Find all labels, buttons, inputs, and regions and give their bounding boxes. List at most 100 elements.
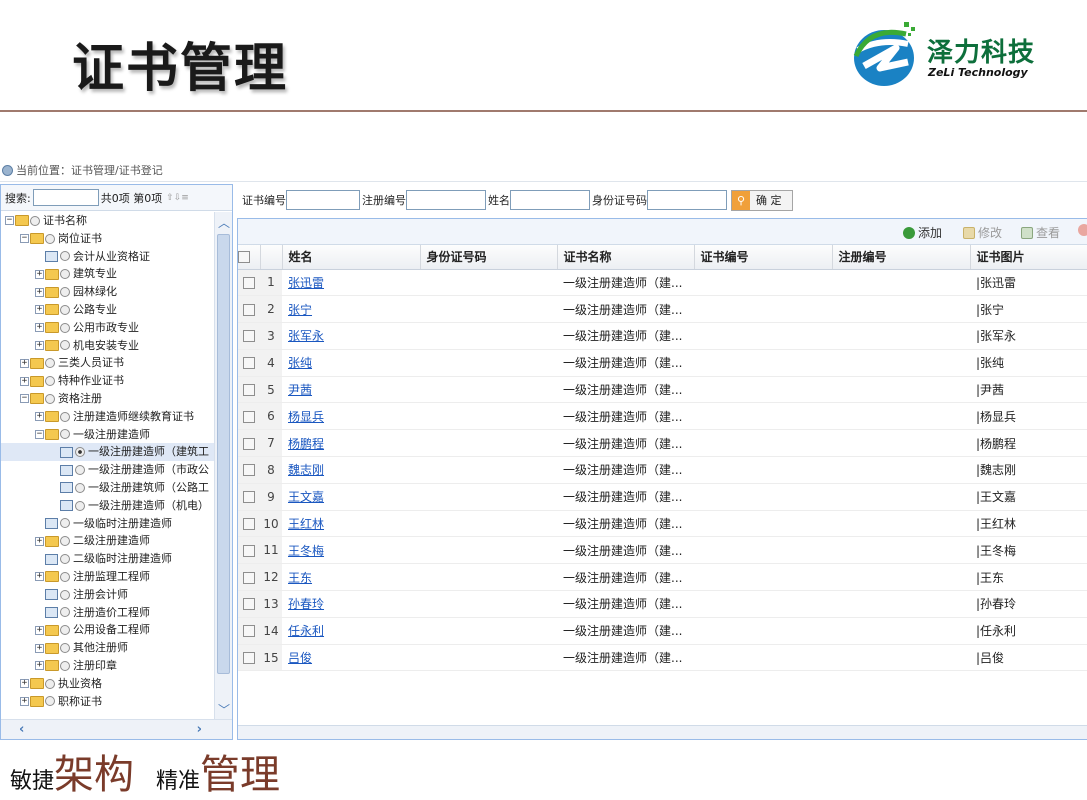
- person-name-link[interactable]: 张宁: [282, 295, 420, 324]
- row-checkbox[interactable]: [243, 652, 255, 665]
- tree-node[interactable]: 一级注册建造师（市政公: [1, 461, 214, 479]
- tree-node-radio[interactable]: [60, 607, 70, 618]
- reg-no-input[interactable]: [406, 190, 486, 210]
- select-all-cell[interactable]: [238, 245, 261, 270]
- tree-node-radio[interactable]: [60, 411, 70, 422]
- tree-node[interactable]: + 特种作业证书: [1, 372, 214, 390]
- expand-icon[interactable]: +: [35, 340, 44, 350]
- tree-node[interactable]: + 注册建造师继续教育证书: [1, 408, 214, 426]
- person-name-link[interactable]: 张纯: [282, 349, 420, 377]
- tree-node-radio[interactable]: [45, 233, 55, 244]
- tree-node-radio[interactable]: [75, 482, 85, 493]
- person-name-link[interactable]: 杨显兵: [282, 402, 420, 431]
- tree-node-radio[interactable]: [75, 447, 85, 458]
- tree-node[interactable]: 注册会计师: [1, 586, 214, 604]
- table-row[interactable]: 2 张宁 一级注册建造师（建... |张宁: [238, 295, 1087, 324]
- expand-icon[interactable]: +: [35, 643, 44, 653]
- select-all-checkbox[interactable]: [238, 251, 250, 264]
- expand-icon[interactable]: +: [35, 305, 44, 315]
- tree-node-radio[interactable]: [60, 571, 70, 582]
- tree-node-radio[interactable]: [60, 554, 70, 565]
- row-select-cell[interactable]: [238, 563, 260, 592]
- row-checkbox[interactable]: [243, 437, 255, 450]
- table-row[interactable]: 1 张迅雷 一级注册建造师（建... |张迅雷: [238, 269, 1087, 297]
- column-header[interactable]: 证书图片: [970, 245, 1087, 270]
- tree-node[interactable]: − 一级注册建造师: [1, 426, 214, 444]
- tree-node-radio[interactable]: [45, 678, 55, 689]
- name-input[interactable]: [510, 190, 590, 210]
- table-row[interactable]: 13 孙春玲 一级注册建造师（建... |孙春玲: [238, 590, 1087, 618]
- add-button[interactable]: 添加: [903, 224, 942, 241]
- chevron-left-icon[interactable]: ‹: [19, 722, 24, 737]
- confirm-button[interactable]: ⚲ 确 定: [731, 189, 793, 211]
- table-row[interactable]: 14 任永利 一级注册建造师（建... |任永利: [238, 617, 1087, 645]
- tree-node-radio[interactable]: [45, 393, 55, 404]
- chevron-up-icon[interactable]: ︿: [218, 214, 230, 231]
- tree-node[interactable]: + 建筑专业: [1, 265, 214, 283]
- table-row[interactable]: 10 王红林 一级注册建造师（建... |王红林: [238, 510, 1087, 538]
- expand-icon[interactable]: +: [35, 661, 44, 671]
- tree-node[interactable]: + 注册监理工程师: [1, 568, 214, 586]
- row-checkbox[interactable]: [243, 384, 255, 397]
- tree-node[interactable]: + 注册印章: [1, 657, 214, 675]
- tree-search-input[interactable]: [32, 189, 99, 206]
- grid-horizontal-scrollbar[interactable]: [238, 725, 1087, 739]
- row-select-cell[interactable]: [238, 269, 260, 297]
- table-row[interactable]: 3 张军永 一级注册建造师（建... |张军永: [238, 322, 1087, 350]
- row-checkbox[interactable]: [243, 410, 255, 423]
- person-name-link[interactable]: 王东: [282, 563, 420, 592]
- person-name-link[interactable]: 孙春玲: [282, 590, 420, 618]
- tree-node[interactable]: + 园林绿化: [1, 283, 214, 301]
- table-row[interactable]: 8 魏志刚 一级注册建造师（建... |魏志刚: [238, 456, 1087, 484]
- table-row[interactable]: 12 王东 一级注册建造师（建... |王东: [238, 563, 1087, 592]
- expand-icon[interactable]: +: [20, 376, 29, 386]
- collapse-icon[interactable]: −: [5, 216, 14, 226]
- tree-node[interactable]: 会计从业资格证: [1, 248, 214, 266]
- person-name-link[interactable]: 吕俊: [282, 644, 420, 672]
- person-name-link[interactable]: 王冬梅: [282, 536, 420, 565]
- tree-node-radio[interactable]: [60, 643, 70, 654]
- row-checkbox[interactable]: [243, 544, 255, 557]
- row-checkbox[interactable]: [243, 598, 255, 611]
- person-name-link[interactable]: 尹茜: [282, 376, 420, 404]
- tree-node[interactable]: + 执业资格: [1, 675, 214, 693]
- row-select-cell[interactable]: [238, 644, 260, 672]
- row-checkbox[interactable]: [243, 276, 255, 289]
- tree-node-radio[interactable]: [45, 376, 55, 387]
- tree-node[interactable]: 二级临时注册建造师: [1, 550, 214, 568]
- column-header[interactable]: 证书编号: [694, 245, 833, 270]
- expand-icon[interactable]: +: [35, 572, 44, 582]
- table-row[interactable]: 6 杨显兵 一级注册建造师（建... |杨显兵: [238, 402, 1087, 431]
- row-select-cell[interactable]: [238, 617, 260, 645]
- tree-node[interactable]: − 资格注册: [1, 390, 214, 408]
- row-select-cell[interactable]: [238, 456, 260, 484]
- tree-node[interactable]: 一级临时注册建造师: [1, 515, 214, 533]
- person-name-link[interactable]: 任永利: [282, 617, 420, 645]
- row-select-cell[interactable]: [238, 349, 260, 377]
- column-header[interactable]: 姓名: [282, 245, 421, 270]
- tree-node-radio[interactable]: [60, 660, 70, 671]
- expand-icon[interactable]: +: [20, 358, 29, 368]
- tree-node[interactable]: 一级注册建造师（建筑工: [1, 443, 214, 462]
- person-name-link[interactable]: 张迅雷: [282, 269, 420, 297]
- row-checkbox[interactable]: [243, 303, 255, 316]
- tree-search-nav-icon[interactable]: ⇧⇩≡: [166, 193, 189, 203]
- expand-icon[interactable]: +: [35, 536, 44, 546]
- id-input[interactable]: [647, 190, 727, 210]
- person-name-link[interactable]: 王文嘉: [282, 483, 420, 511]
- tree-node-radio[interactable]: [60, 625, 70, 636]
- tree-node[interactable]: + 职称证书: [1, 693, 214, 711]
- row-checkbox[interactable]: [243, 357, 255, 370]
- person-name-link[interactable]: 魏志刚: [282, 456, 420, 484]
- row-checkbox[interactable]: [243, 464, 255, 477]
- tree-node-radio[interactable]: [60, 251, 70, 262]
- edit-button[interactable]: 修改: [963, 224, 1002, 241]
- collapse-icon[interactable]: −: [20, 234, 29, 244]
- tree-node-radio[interactable]: [75, 500, 85, 511]
- tree-node[interactable]: 一级注册建造师（机电）: [1, 497, 214, 515]
- tree-node[interactable]: + 公路专业: [1, 301, 214, 319]
- expand-icon[interactable]: +: [20, 696, 29, 706]
- row-select-cell[interactable]: [238, 376, 260, 404]
- tree-node[interactable]: − 证书名称: [1, 212, 214, 230]
- row-checkbox[interactable]: [243, 491, 255, 504]
